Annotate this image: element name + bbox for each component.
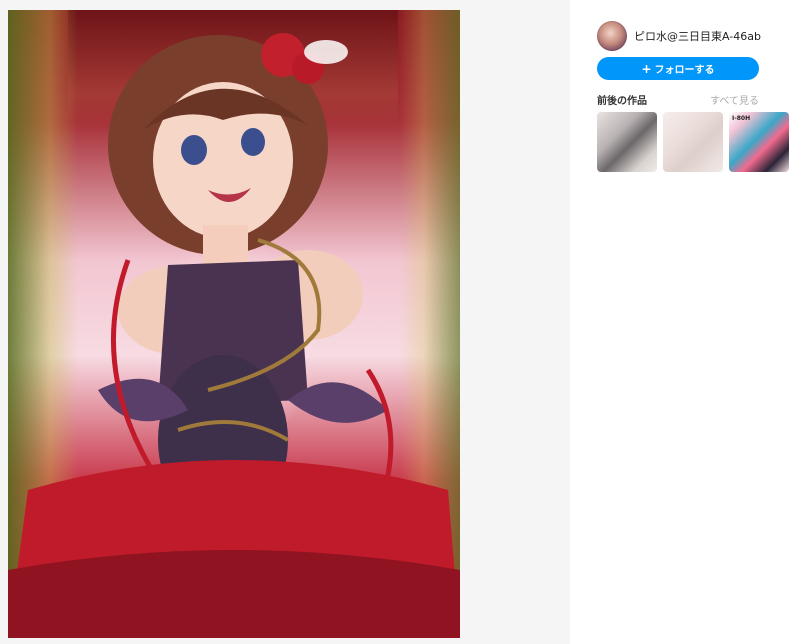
artwork-image[interactable] xyxy=(8,10,460,638)
work-thumbnail[interactable]: I-80H xyxy=(729,112,789,172)
sidebar: ピロ水@三日目東A-46ab + フォローする 前後の作品 すべて見る I-80… xyxy=(580,0,800,644)
follow-button-label: フォローする xyxy=(654,65,715,76)
author-profile[interactable]: ピロ水@三日目東A-46ab xyxy=(597,21,761,51)
avatar[interactable] xyxy=(597,21,627,51)
related-works-title: 前後の作品 xyxy=(597,96,647,107)
work-thumbnail[interactable] xyxy=(663,112,723,172)
artwork-figure xyxy=(8,33,460,638)
author-name[interactable]: ピロ水@三日目東A-46ab xyxy=(634,28,761,44)
related-works-thumbnails: I-80H xyxy=(597,112,789,172)
see-all-link[interactable]: すべて見る xyxy=(710,92,759,107)
thumbnail-label: I-80H xyxy=(732,115,751,122)
related-works-header: 前後の作品 すべて見る xyxy=(597,92,759,107)
plus-icon: + xyxy=(641,61,652,76)
artwork-stage xyxy=(0,0,570,644)
work-thumbnail[interactable] xyxy=(597,112,657,172)
follow-button[interactable]: + フォローする xyxy=(597,57,759,80)
